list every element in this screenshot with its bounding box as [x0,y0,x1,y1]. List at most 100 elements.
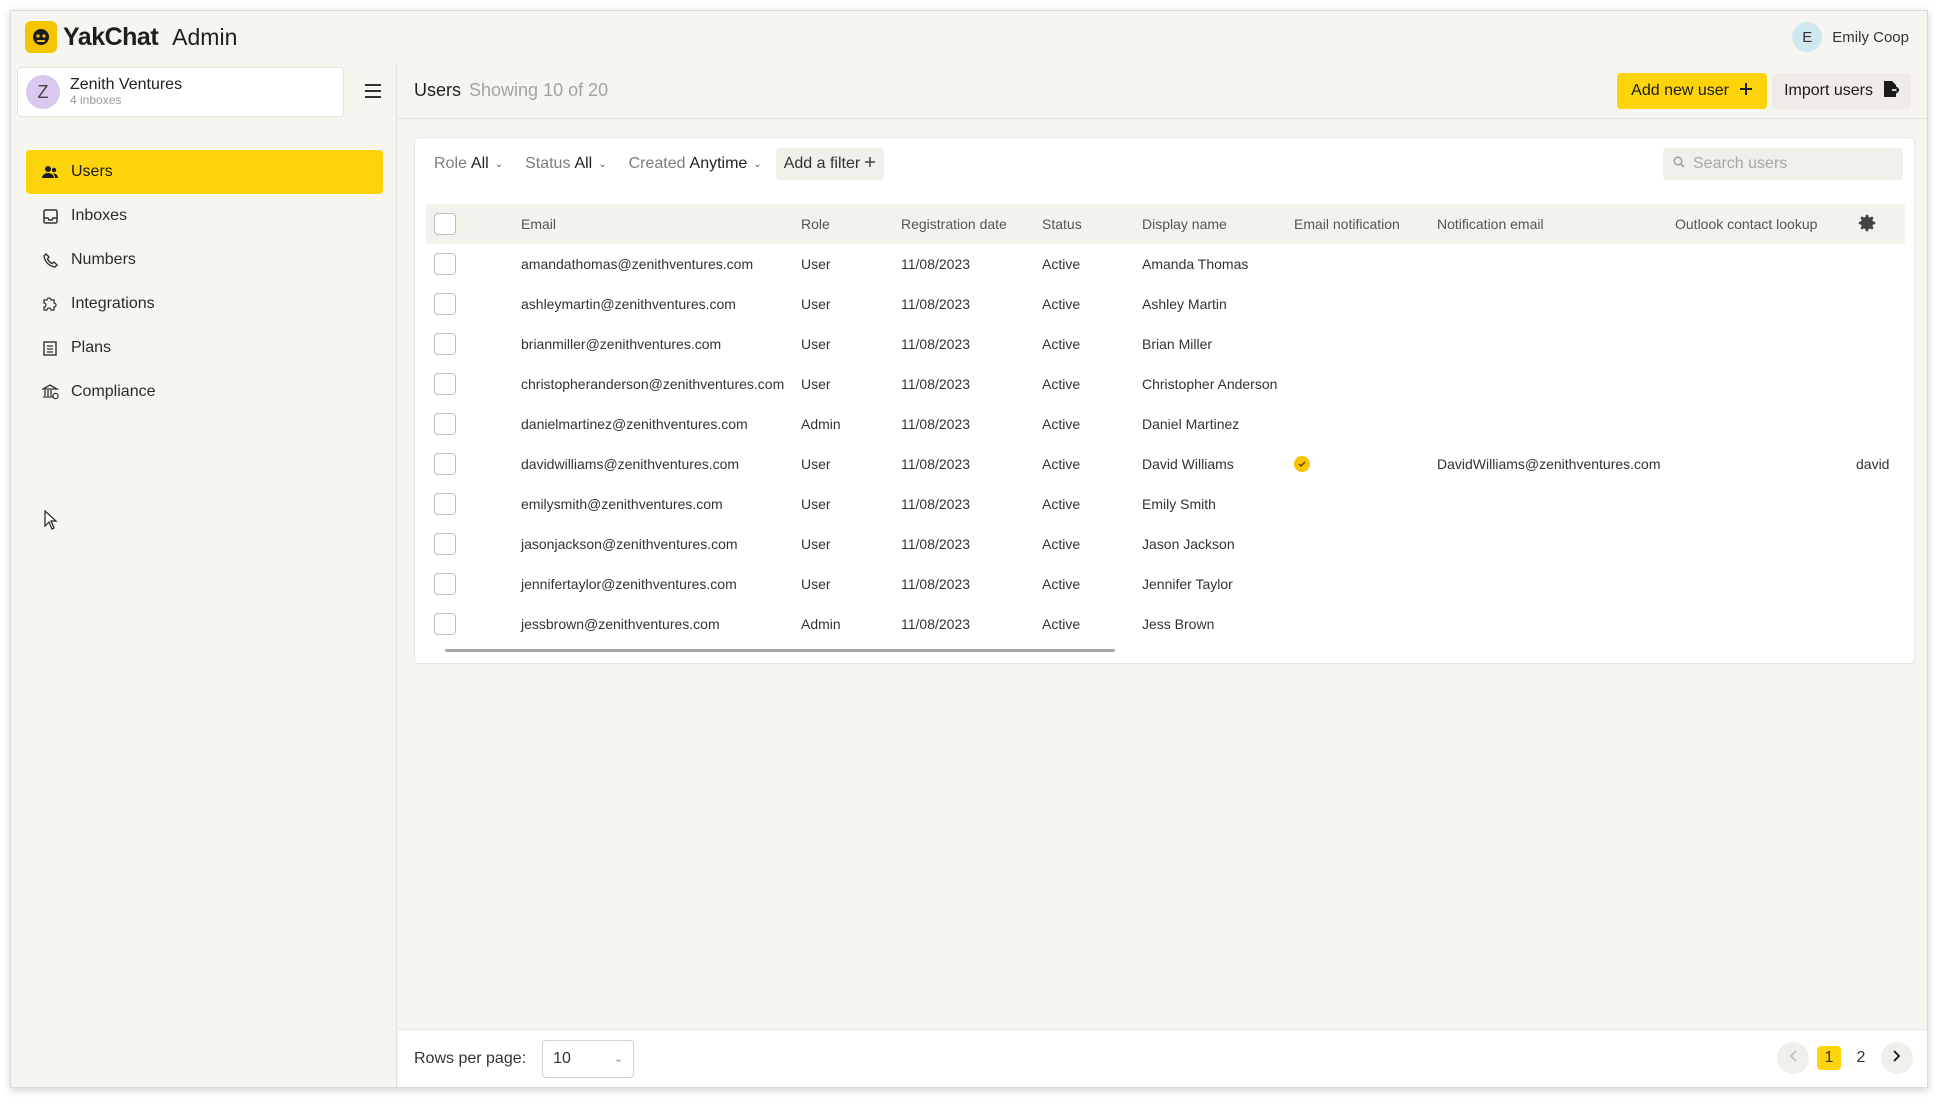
sidebar-item-plans[interactable]: Plans [26,326,383,370]
sidebar-item-inboxes[interactable]: Inboxes [26,194,383,238]
email-cell: ashleymartin@zenithventures.com [521,296,736,312]
table-row[interactable]: jessbrown@zenithventures.com Admin 11/08/2… [426,604,1905,644]
filter-value: All [470,155,489,172]
puzzle-icon [41,295,59,313]
user-menu[interactable]: E Emily Coop [1792,22,1909,52]
outlook-lookup-cell [1675,404,1856,444]
notification-email-cell [1437,284,1675,324]
outlook-lookup-cell [1675,564,1856,604]
next-page-button[interactable] [1881,1042,1913,1074]
column-header-display-name[interactable]: Display name [1142,204,1294,244]
chevron-right-icon [1893,1049,1901,1067]
previous-page-button[interactable] [1777,1042,1809,1074]
page-1-button[interactable]: 1 [1817,1046,1841,1070]
registration-date-cell: 11/08/2023 [901,496,971,512]
row-checkbox[interactable] [434,493,456,515]
rows-per-page-select[interactable]: 10 ⌄ [542,1039,635,1078]
sidebar-item-label: Compliance [71,383,156,400]
outlook-lookup-cell [1675,524,1856,564]
role-filter[interactable]: Role All ⌄ [426,148,511,180]
registration-date-cell: 11/08/2023 [901,456,971,472]
table-row[interactable]: ashleymartin@zenithventures.com User 11/08… [426,284,1905,324]
top-bar: YakChat Admin E Emily Coop [11,11,1927,63]
sidebar-item-integrations[interactable]: Integrations [26,282,383,326]
row-checkbox[interactable] [434,453,456,475]
created-filter[interactable]: Created Anytime ⌄ [621,148,770,180]
sidebar-item-users[interactable]: Users [26,150,383,194]
filter-value: All [574,155,593,172]
status-filter[interactable]: Status All ⌄ [517,148,615,180]
sidebar: Z Zenith Ventures 4 inboxes Users Inboxe… [11,63,397,1087]
chevron-down-icon: ⌄ [753,158,762,170]
main-content: Users Showing 10 of 20 Add new user Impo… [398,63,1927,1087]
user-name: Emily Coop [1832,28,1909,46]
outlook-lookup-cell [1675,484,1856,524]
page-2-button[interactable]: 2 [1849,1046,1873,1070]
add-filter-button[interactable]: Add a filter [775,148,885,180]
table-row[interactable]: emilysmith@zenithventures.com User 11/08/2… [426,484,1905,524]
org-switcher[interactable]: Z Zenith Ventures 4 inboxes [17,67,344,117]
row-checkbox[interactable] [434,533,456,555]
row-checkbox[interactable] [434,253,456,275]
extra-cell [1856,364,1905,404]
phone-icon [41,251,59,269]
search-box [1663,148,1903,180]
row-checkbox[interactable] [434,613,456,635]
yak-logo-icon [25,21,57,53]
select-all-checkbox[interactable] [434,213,456,235]
column-header-email[interactable]: Email [521,204,801,244]
menu-icon[interactable] [361,79,385,103]
sidebar-item-compliance[interactable]: Compliance [26,370,383,414]
email-cell: jennifertaylor@zenithventures.com [521,576,737,592]
filter-value: Anytime [689,155,748,172]
import-users-button[interactable]: Import users [1772,73,1911,109]
row-checkbox[interactable] [434,373,456,395]
role-cell: User [801,496,831,512]
row-checkbox[interactable] [434,293,456,315]
email-cell: danielmartinez@zenithventures.com [521,416,748,432]
table-row[interactable]: christopheranderson@zenithventures.com Us… [426,364,1905,404]
column-header-role[interactable]: Role [801,204,901,244]
horizontal-scrollbar[interactable] [445,649,1115,652]
row-checkbox[interactable] [434,333,456,355]
column-header-notification-email[interactable]: Notification email [1437,204,1675,244]
column-header-outlook-contact-lookup[interactable]: Outlook contact lookup [1675,204,1856,244]
email-cell: amandathomas@zenithventures.com [521,256,754,272]
table-row[interactable]: danielmartinez@zenithventures.com Admin 11… [426,404,1905,444]
filter-label: Status [525,155,571,172]
table-row[interactable]: amandathomas@zenithventures.com User 11/08… [426,244,1905,284]
row-checkbox[interactable] [434,413,456,435]
search-input[interactable] [1693,155,1893,173]
row-select-cell [426,244,521,284]
email-cell: christopheranderson@zenithventures.com [521,376,785,392]
table-row[interactable]: davidwilliams@zenithventures.com User 11/0… [426,444,1905,484]
column-header-registration-date[interactable]: Registration date [901,204,1042,244]
table-header-row: Email Role Registration date Status Disp… [426,204,1905,244]
role-cell: User [801,336,831,352]
registration-date-cell: 11/08/2023 [901,616,971,632]
table-row[interactable]: jennifertaylor@zenithventures.com User 11/… [426,564,1905,604]
sidebar-item-numbers[interactable]: Numbers [26,238,383,282]
outlook-lookup-cell [1675,604,1856,644]
table-row[interactable]: jasonjackson@zenithventures.com User 11/08… [426,524,1905,564]
file-import-icon [1883,80,1901,103]
extra-cell [1856,604,1905,644]
column-header-email-notification[interactable]: Email notification [1294,204,1437,244]
sidebar-item-label: Numbers [71,251,136,268]
plan-icon [41,339,59,357]
outlook-lookup-cell [1675,244,1856,284]
row-select-cell [426,284,521,324]
inbox-icon [41,207,59,225]
add-user-button[interactable]: Add new user [1617,73,1767,109]
table-row[interactable]: brianmiller@zenithventures.com User 11/08/… [426,324,1905,364]
email-cell: jasonjackson@zenithventures.com [521,536,738,552]
row-checkbox[interactable] [434,573,456,595]
column-header-status[interactable]: Status [1042,204,1142,244]
filter-label: Created [628,155,686,172]
add-filter-label: Add a filter [783,155,861,172]
role-cell: User [801,456,831,472]
email-notification-cell [1294,444,1437,484]
registration-date-cell: 11/08/2023 [901,576,971,592]
brand-name: YakChat [63,22,159,51]
gear-icon[interactable] [1856,214,1878,237]
